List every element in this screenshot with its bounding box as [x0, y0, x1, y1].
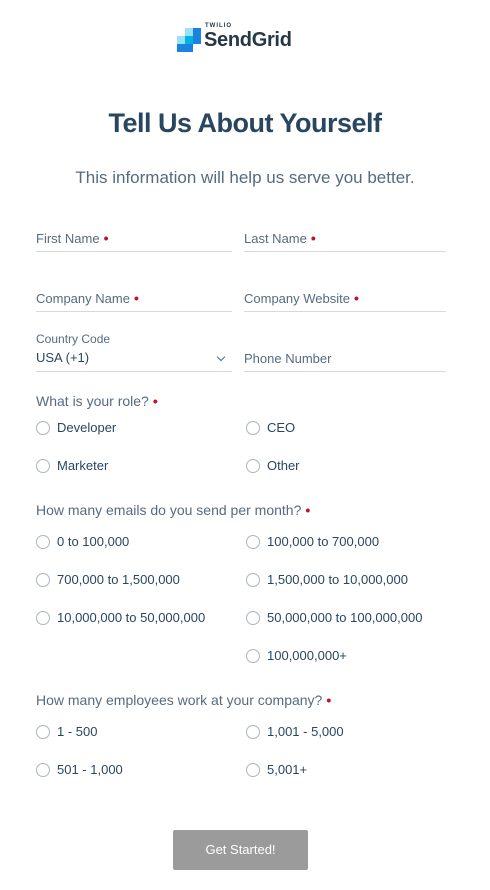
radio-label: 1,001 - 5,000: [267, 724, 344, 739]
radio-button[interactable]: [246, 763, 260, 777]
radio-label: 10,000,000 to 50,000,000: [57, 610, 206, 625]
last-name-label: Last Name: [244, 231, 307, 246]
radio-label: Marketer: [57, 458, 109, 473]
radio-button[interactable]: [246, 611, 260, 625]
radio-label: 0 to 100,000: [57, 534, 130, 549]
company-name-label: Company Name: [36, 291, 130, 306]
first-name-field[interactable]: First Name •: [36, 230, 232, 252]
required-indicator: •: [353, 290, 359, 306]
logo-brand-name: SendGrid: [204, 29, 292, 51]
radio-button[interactable]: [36, 763, 50, 777]
country-code-select[interactable]: USA (+1): [36, 350, 232, 372]
emails-question: How many emails do you send per month? •: [36, 502, 310, 518]
required-indicator: •: [133, 290, 139, 306]
radio-button[interactable]: [36, 573, 50, 587]
radio-label: 100,000,000+: [267, 648, 347, 663]
chevron-down-icon: [216, 352, 226, 362]
radio-label: 1,500,000 to 10,000,000: [267, 572, 408, 587]
required-indicator: •: [326, 692, 332, 708]
radio-button[interactable]: [36, 459, 50, 473]
emails-question-label: How many emails do you send per month?: [36, 502, 302, 518]
employees-question-label: How many employees work at your company?: [36, 692, 323, 708]
radio-button[interactable]: [246, 421, 260, 435]
company-website-field[interactable]: Company Website •: [244, 290, 446, 312]
company-name-field[interactable]: Company Name •: [36, 290, 232, 312]
radio-label: CEO: [267, 420, 296, 435]
radio-label: Developer: [57, 420, 117, 435]
radio-button[interactable]: [246, 535, 260, 549]
radio-label: 100,000 to 700,000: [267, 534, 380, 549]
required-indicator: •: [103, 230, 109, 246]
sendgrid-logo-icon: [177, 28, 201, 52]
phone-number-field[interactable]: Phone Number: [244, 350, 446, 372]
required-indicator: •: [152, 393, 158, 409]
employees-question: How many employees work at your company?…: [36, 692, 331, 708]
first-name-label: First Name: [36, 231, 100, 246]
radio-label: 501 - 1,000: [57, 762, 123, 777]
country-code-label: Country Code: [36, 332, 111, 346]
page-subtitle: This information will help us serve you …: [75, 168, 415, 187]
radio-button[interactable]: [246, 649, 260, 663]
radio-label: 50,000,000 to 100,000,000: [267, 610, 423, 625]
radio-label: 5,001+: [267, 762, 308, 777]
last-name-field[interactable]: Last Name •: [244, 230, 446, 252]
role-question-label: What is your role?: [36, 393, 149, 409]
required-indicator: •: [310, 230, 316, 246]
radio-button[interactable]: [246, 573, 260, 587]
radio-button[interactable]: [36, 535, 50, 549]
page-title: Tell Us About Yourself: [108, 108, 382, 138]
radio-button[interactable]: [246, 459, 260, 473]
radio-label: 700,000 to 1,500,000: [57, 572, 180, 587]
radio-label: Other: [267, 458, 300, 473]
country-code-value: USA (+1): [36, 350, 90, 365]
sendgrid-logo: TWILIO SendGrid: [177, 22, 307, 54]
radio-button[interactable]: [246, 725, 260, 739]
radio-button[interactable]: [36, 611, 50, 625]
phone-number-label: Phone Number: [244, 351, 332, 366]
radio-button[interactable]: [36, 725, 50, 739]
radio-button[interactable]: [36, 421, 50, 435]
role-question: What is your role? •: [36, 393, 158, 409]
company-website-label: Company Website: [244, 291, 350, 306]
required-indicator: •: [305, 502, 311, 518]
radio-label: 1 - 500: [57, 724, 98, 739]
get-started-button[interactable]: Get Started!: [173, 830, 308, 870]
